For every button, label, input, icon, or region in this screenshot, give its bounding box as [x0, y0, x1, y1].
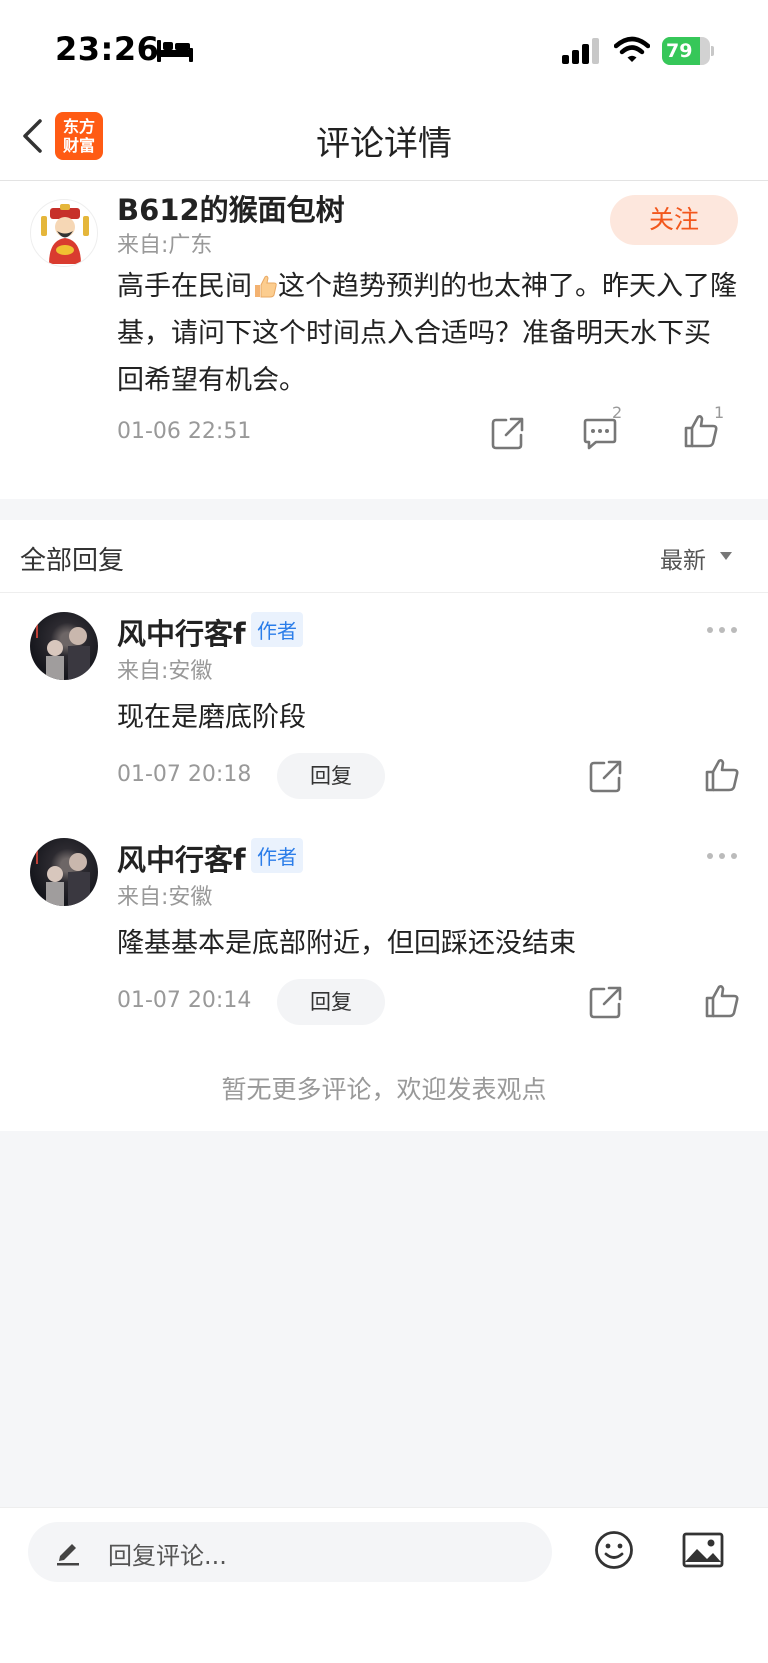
reply-text: 隆基基本是底部附近，但回踩还没结束 — [117, 928, 576, 959]
reply-username[interactable]: 风中行客f — [117, 837, 246, 879]
battery-icon: 79 — [662, 37, 714, 65]
signal-icon — [562, 38, 599, 64]
reply-item: 风中行客f 作者 来自:安徽 隆基基本是底部附近，但回踩还没结束 01-07 2… — [0, 819, 768, 1045]
emoji-icon[interactable] — [594, 1530, 634, 1570]
pencil-icon — [57, 1544, 79, 1566]
like-icon[interactable] — [704, 757, 740, 793]
reply-text: 现在是磨底阶段 — [117, 702, 306, 733]
original-comment: B612的猴面包树 来自:广东 关注 高手在民间 这个趋势预判的也太神了。昨天入了… — [0, 181, 768, 499]
share-icon[interactable] — [588, 984, 624, 1020]
no-more-comments-note: 暂无更多评论，欢迎发表观点 — [221, 1075, 547, 1104]
more-options-icon[interactable] — [706, 626, 738, 634]
like-icon[interactable] — [704, 983, 740, 1019]
like-count: 1 — [714, 403, 725, 422]
reply-username[interactable]: 风中行客f — [117, 611, 246, 653]
user-photo-avatar-icon — [36, 844, 90, 906]
image-icon[interactable] — [682, 1532, 724, 1568]
reply-input-placeholder: 回复评论... — [108, 1542, 227, 1570]
more-options-icon[interactable] — [706, 852, 738, 860]
share-icon[interactable] — [588, 758, 624, 794]
battery-percent: 79 — [666, 40, 693, 62]
status-time: 23:26 — [55, 30, 160, 68]
status-bar: 23:26 79 — [0, 0, 768, 100]
author-tag: 作者 — [251, 612, 303, 647]
page-title: 评论详情 — [316, 124, 452, 164]
post-location: 来自:广东 — [117, 233, 213, 258]
reply-input[interactable]: 回复评论... — [28, 1522, 552, 1582]
reply-button[interactable]: 回复 — [277, 753, 385, 799]
thumbs-up-emoji-icon — [255, 275, 277, 298]
avatar[interactable] — [30, 199, 98, 267]
nav-bar: 东方 财富 评论详情 — [0, 100, 768, 181]
wifi-icon — [614, 36, 650, 62]
reply-datetime: 01-07 20:14 — [117, 988, 252, 1013]
avatar[interactable] — [30, 612, 98, 680]
author-tag: 作者 — [251, 838, 303, 873]
reply-item: 风中行客f 作者 来自:安徽 现在是磨底阶段 01-07 20:18 回复 — [0, 593, 768, 819]
bottom-input-bar: 回复评论... — [0, 1507, 768, 1663]
sort-dropdown[interactable]: 最新 — [660, 541, 706, 575]
reply-location: 来自:安徽 — [117, 659, 213, 684]
avatar[interactable] — [30, 838, 98, 906]
reply-datetime: 01-07 20:18 — [117, 762, 252, 787]
bed-icon — [157, 40, 193, 62]
caret-down-icon[interactable] — [720, 552, 732, 560]
user-photo-avatar-icon — [36, 618, 90, 680]
post-username[interactable]: B612的猴面包树 — [117, 187, 345, 229]
reply-button[interactable]: 回复 — [277, 979, 385, 1025]
all-replies-title: 全部回复 — [20, 546, 125, 576]
follow-button[interactable]: 关注 — [610, 195, 738, 245]
replies-header: 全部回复 最新 — [0, 520, 768, 593]
post-text: 高手在民间 这个趋势预判的也太神了。昨天入了隆基，请问下这个时间点入合适吗？准备明… — [117, 271, 737, 396]
comment-count: 2 — [612, 403, 623, 422]
caishen-avatar-icon — [41, 204, 89, 264]
share-icon[interactable] — [490, 415, 526, 451]
post-datetime: 01-06 22:51 — [117, 419, 252, 444]
reply-location: 来自:安徽 — [117, 885, 213, 910]
replies-list: 风中行客f 作者 来自:安徽 现在是磨底阶段 01-07 20:18 回复 风中… — [0, 593, 768, 1131]
